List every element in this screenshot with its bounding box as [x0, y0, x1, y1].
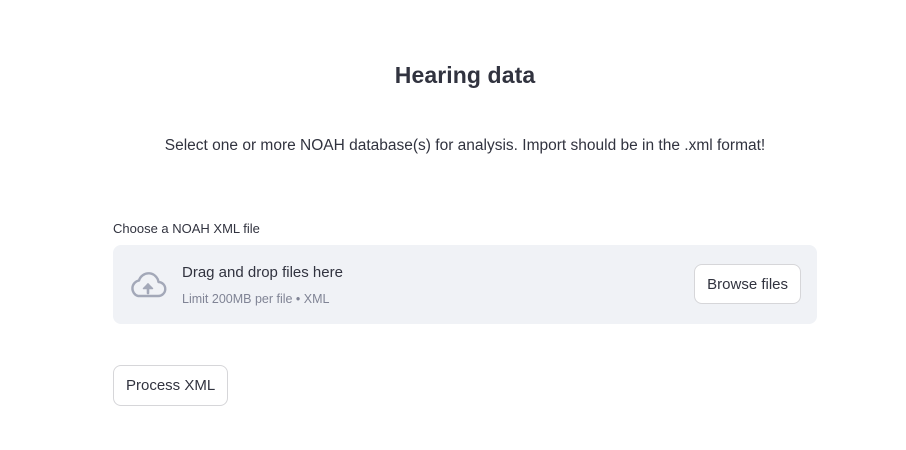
process-xml-button[interactable]: Process XML [113, 365, 229, 406]
page: Hearing data Select one or more NOAH dat… [0, 0, 906, 450]
file-dropzone[interactable]: Drag and drop files here Limit 200MB per… [113, 245, 817, 324]
page-subtitle: Select one or more NOAH database(s) for … [164, 137, 766, 154]
page-title: Hearing data [394, 62, 536, 88]
file-uploader-label: Choose a NOAH XML file [113, 221, 260, 236]
dropzone-limit-text: Limit 200MB per file • XML [182, 292, 330, 306]
browse-files-button[interactable]: Browse files [694, 264, 801, 304]
dropzone-instructions: Drag and drop files here [182, 264, 343, 281]
cloud-upload-icon [128, 269, 168, 301]
